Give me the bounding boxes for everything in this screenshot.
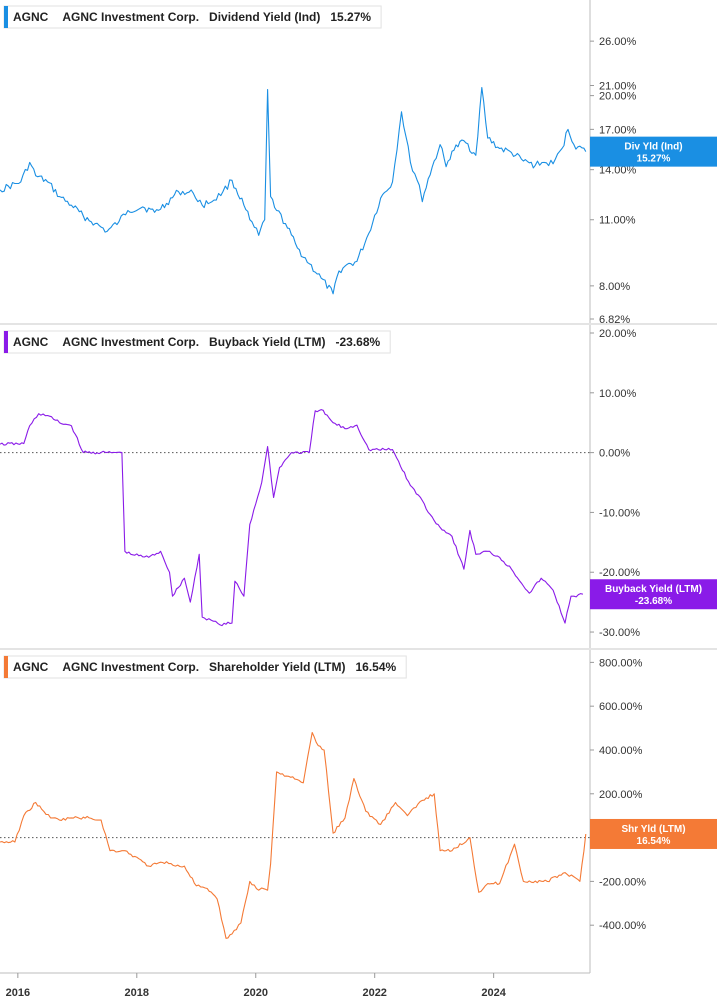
legend: AGNC AGNC Investment Corp. Dividend Yield … (3, 5, 382, 29)
legend-ticker: AGNC (13, 335, 49, 349)
x-tick-label: 2018 (125, 987, 149, 999)
legend-company: AGNC Investment Corp. (62, 335, 199, 349)
y-tick-label: 200.00% (599, 789, 643, 801)
y-tick-label: 20.00% (599, 91, 637, 103)
y-tick-label: -20.00% (599, 567, 640, 579)
legend-metric: Buyback Yield (LTM) (209, 335, 325, 349)
y-tick-label: 26.00% (599, 36, 637, 48)
current-value-tag: Buyback Yield (LTM)-23.68% (590, 579, 717, 610)
x-tick-label: 2020 (244, 987, 268, 999)
y-tick-label: 8.00% (599, 281, 630, 293)
value-tag-value: 15.27% (637, 154, 671, 165)
y-tick-label: 20.00% (599, 328, 637, 340)
y-tick-label: -10.00% (599, 507, 640, 519)
y-tick-label: 800.00% (599, 657, 643, 669)
value-tag-label: Shr Yld (LTM) (621, 824, 685, 835)
legend-metric: Dividend Yield (Ind) (209, 10, 320, 24)
y-tick-label: 10.00% (599, 388, 637, 400)
value-tag-label: Div Yld (Ind) (624, 142, 682, 153)
x-tick-label: 2022 (362, 987, 386, 999)
y-tick-label: 17.00% (599, 124, 637, 136)
chart: 26.00%21.00%20.00%17.00%14.00%11.00%8.00… (0, 0, 717, 1005)
legend-ticker: AGNC (13, 10, 49, 24)
x-tick-label: 2016 (6, 987, 30, 999)
y-tick-label: -400.00% (599, 920, 646, 932)
y-tick-label: -30.00% (599, 627, 640, 639)
y-tick-label: 11.00% (599, 215, 636, 227)
legend-color-marker (4, 6, 8, 28)
y-tick-label: 600.00% (599, 701, 643, 713)
current-value-tag: Div Yld (Ind)15.27% (590, 136, 717, 167)
legend-color-marker (4, 656, 8, 678)
y-tick-label: 400.00% (599, 745, 643, 757)
legend-ticker: AGNC (13, 660, 49, 674)
legend-company: AGNC Investment Corp. (62, 660, 199, 674)
y-tick-label: 0.00% (599, 448, 630, 460)
legend-value: 15.27% (330, 10, 371, 24)
x-tick-label: 2024 (481, 987, 506, 999)
value-tag-label: Buyback Yield (LTM) (605, 584, 702, 595)
legend-metric: Shareholder Yield (LTM) (209, 660, 345, 674)
current-value-tag: Shr Yld (LTM)16.54% (590, 818, 717, 849)
legend: AGNC AGNC Investment Corp. Shareholder Yie… (3, 655, 407, 679)
y-tick-label: -200.00% (599, 876, 646, 888)
legend-value: 16.54% (356, 660, 397, 674)
value-tag-value: 16.54% (637, 836, 671, 847)
legend: AGNC AGNC Investment Corp. Buyback Yield (… (3, 330, 391, 354)
value-tag-value: -23.68% (635, 596, 672, 607)
legend-color-marker (4, 331, 8, 353)
legend-value: -23.68% (336, 335, 381, 349)
legend-company: AGNC Investment Corp. (62, 10, 199, 24)
